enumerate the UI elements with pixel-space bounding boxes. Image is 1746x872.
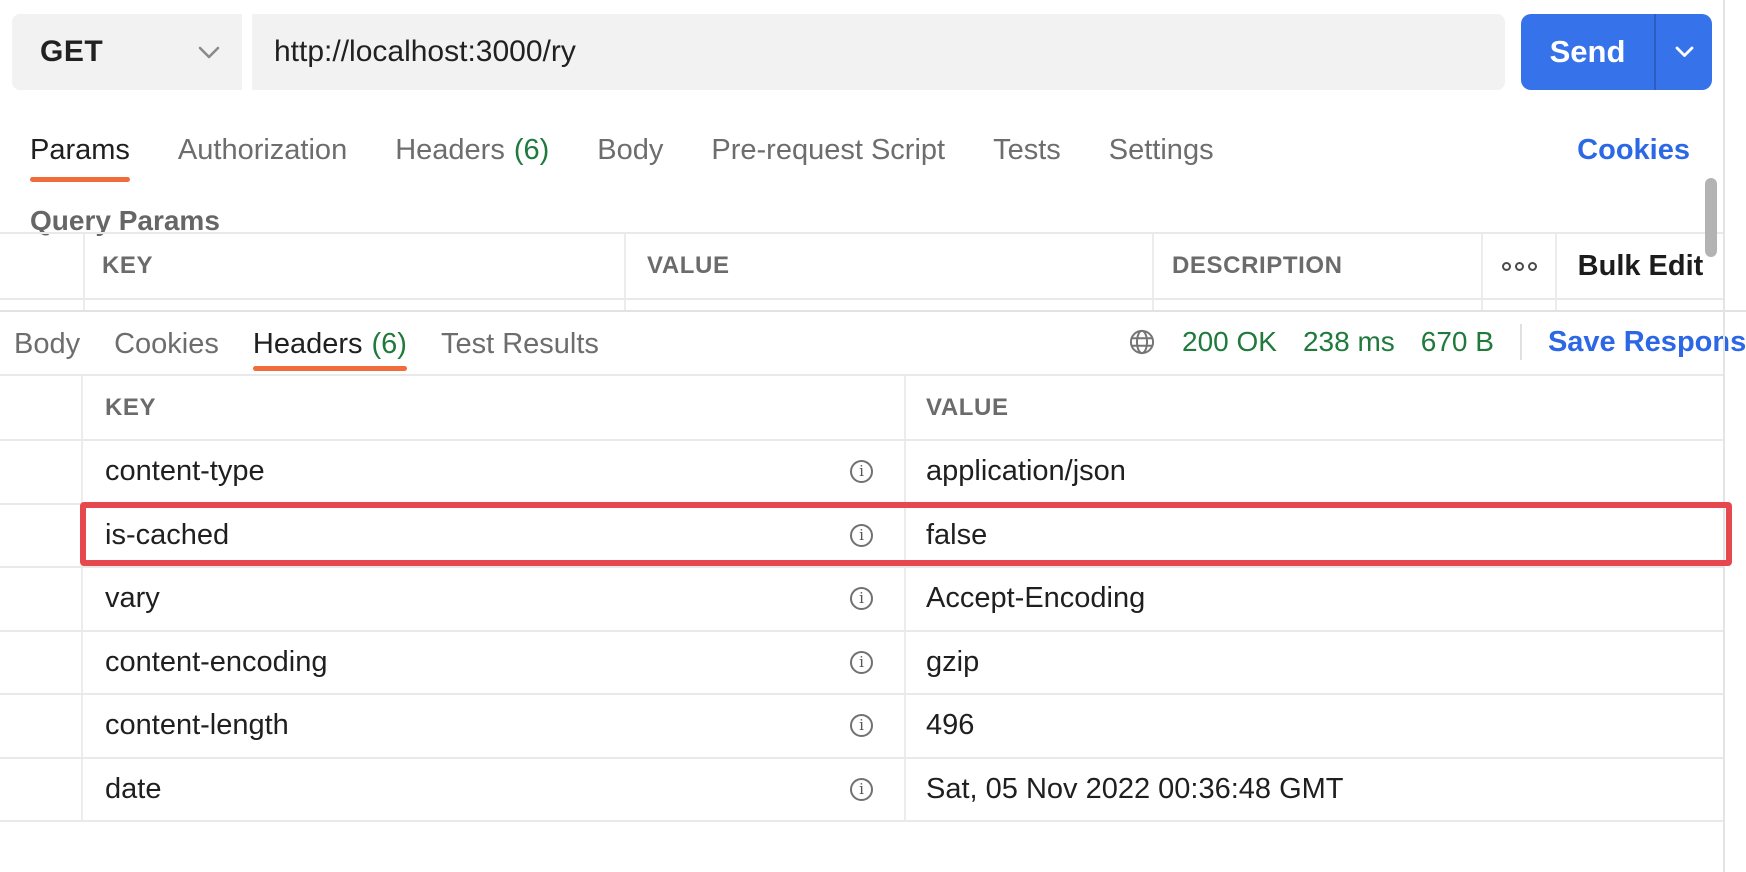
header-key: date — [105, 773, 161, 806]
response-tab-body[interactable]: Body — [14, 318, 80, 371]
row-handle-cell — [0, 234, 85, 298]
header-row-vary: vary i Accept-Encoding — [0, 568, 1724, 632]
headers-count-badge: (6) — [514, 134, 549, 167]
header-key: content-type — [105, 455, 265, 488]
header-row-content-encoding: content-encoding i gzip — [0, 632, 1724, 696]
info-icon[interactable]: i — [850, 651, 873, 674]
send-button[interactable]: Send — [1521, 14, 1712, 90]
qp-column-value: VALUE — [647, 252, 730, 280]
header-key: content-encoding — [105, 646, 328, 679]
active-tab-underline — [253, 366, 407, 371]
response-headers-table: KEY VALUE content-type i application/jso… — [0, 374, 1724, 822]
tab-body[interactable]: Body — [597, 118, 663, 182]
header-key: vary — [105, 582, 160, 615]
header-value: 496 — [926, 709, 974, 742]
save-response-button[interactable]: Save Response — [1548, 326, 1746, 359]
panel-right-border — [1723, 0, 1725, 872]
response-headers-count-badge: (6) — [372, 328, 407, 361]
column-key: KEY — [105, 394, 156, 422]
tab-pre-request-script[interactable]: Pre-request Script — [711, 118, 945, 182]
response-tab-cookies[interactable]: Cookies — [114, 318, 219, 371]
send-options-chevron-icon[interactable] — [1656, 14, 1712, 90]
header-value: application/json — [926, 455, 1126, 488]
cookies-link[interactable]: Cookies — [1577, 118, 1690, 182]
method-select[interactable]: GET — [12, 14, 242, 90]
tab-params[interactable]: Params — [30, 118, 130, 182]
status-size: 670 B — [1421, 326, 1494, 358]
method-label: GET — [40, 35, 103, 69]
globe-icon — [1128, 328, 1156, 356]
api-client-window: GET Send Params Authorization Headers (6… — [0, 0, 1746, 872]
header-value: Sat, 05 Nov 2022 00:36:48 GMT — [926, 773, 1344, 806]
query-params-table: KEY VALUE DESCRIPTION Bulk Edit — [0, 232, 1724, 310]
response-table-header-row: KEY VALUE — [0, 376, 1724, 441]
header-key: content-length — [105, 709, 289, 742]
info-icon[interactable]: i — [850, 460, 873, 483]
header-row-is-cached: is-cached i false — [0, 505, 1724, 569]
header-key: is-cached — [105, 519, 229, 552]
header-value: Accept-Encoding — [926, 582, 1145, 615]
row-handle-cell — [0, 376, 83, 439]
status-code: 200 OK — [1182, 326, 1277, 358]
url-input[interactable] — [252, 14, 1505, 90]
header-value: false — [926, 519, 987, 552]
bulk-edit-button[interactable]: Bulk Edit — [1578, 250, 1704, 283]
scrollbar-thumb[interactable] — [1705, 178, 1717, 257]
qp-column-description: DESCRIPTION — [1172, 252, 1343, 280]
query-params-header-row: KEY VALUE DESCRIPTION Bulk Edit — [0, 234, 1724, 300]
info-icon[interactable]: i — [850, 778, 873, 801]
chevron-down-icon — [198, 46, 220, 59]
active-tab-underline — [30, 177, 130, 182]
tab-settings[interactable]: Settings — [1109, 118, 1214, 182]
header-row-date: date i Sat, 05 Nov 2022 00:36:48 GMT — [0, 759, 1724, 823]
query-params-empty-row — [0, 300, 1724, 310]
response-tab-test-results[interactable]: Test Results — [441, 318, 599, 371]
response-tabs: Body Cookies Headers (6) Test Results — [14, 318, 599, 371]
pane-divider — [0, 310, 1746, 312]
tab-authorization[interactable]: Authorization — [178, 118, 347, 182]
tab-headers[interactable]: Headers (6) — [395, 118, 549, 182]
header-value: gzip — [926, 646, 979, 679]
request-tabs: Params Authorization Headers (6) Body Pr… — [30, 118, 1214, 182]
response-tab-headers[interactable]: Headers (6) — [253, 318, 407, 371]
response-status-bar: 200 OK 238 ms 670 B Save Response — [1128, 318, 1746, 366]
header-row-content-length: content-length i 496 — [0, 695, 1724, 759]
qp-column-key: KEY — [102, 252, 153, 280]
status-time: 238 ms — [1303, 326, 1395, 358]
send-button-label: Send — [1521, 14, 1654, 90]
info-icon[interactable]: i — [850, 587, 873, 610]
info-icon[interactable]: i — [850, 524, 873, 547]
info-icon[interactable]: i — [850, 714, 873, 737]
tab-tests[interactable]: Tests — [993, 118, 1061, 182]
more-options-icon[interactable] — [1502, 262, 1537, 271]
status-divider — [1520, 324, 1522, 360]
column-value: VALUE — [926, 394, 1009, 422]
header-row-content-type: content-type i application/json — [0, 441, 1724, 505]
